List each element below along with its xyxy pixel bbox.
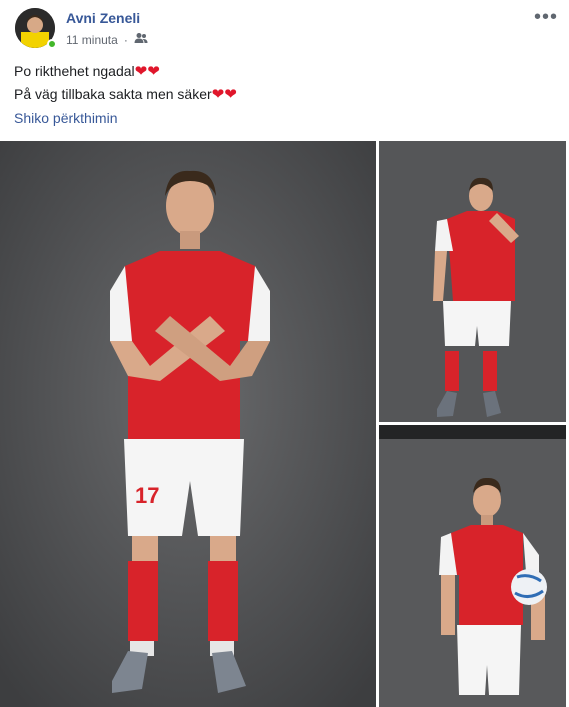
- post-meta: 11 minuta ·: [66, 32, 148, 47]
- photo-top-right[interactable]: [379, 141, 566, 422]
- facebook-post: Avni Zeneli 11 minuta · ••• Po rikthehet…: [0, 0, 569, 707]
- post-line-2: På väg tillbaka sakta men säker❤❤: [14, 86, 237, 103]
- friends-icon[interactable]: [134, 32, 148, 47]
- post-line-1: Po rikthehet ngadal❤❤: [14, 63, 160, 80]
- post-text: Po rikthehet ngadal❤❤ På väg tillbaka sa…: [14, 60, 237, 106]
- more-options-icon[interactable]: •••: [534, 6, 558, 29]
- see-translation-link[interactable]: Shiko përkthimin: [14, 110, 118, 126]
- photo-main[interactable]: 17: [0, 141, 376, 707]
- photo-bottom-right[interactable]: [379, 425, 566, 707]
- online-status-dot: [47, 39, 57, 49]
- author-name[interactable]: Avni Zeneli: [66, 10, 140, 26]
- shirt-number: 17: [135, 483, 159, 508]
- heart-emoji-icon: ❤❤: [211, 86, 237, 103]
- meta-separator: ·: [123, 32, 128, 47]
- post-timestamp[interactable]: 11 minuta: [66, 33, 118, 47]
- heart-emoji-icon: ❤❤: [134, 63, 160, 80]
